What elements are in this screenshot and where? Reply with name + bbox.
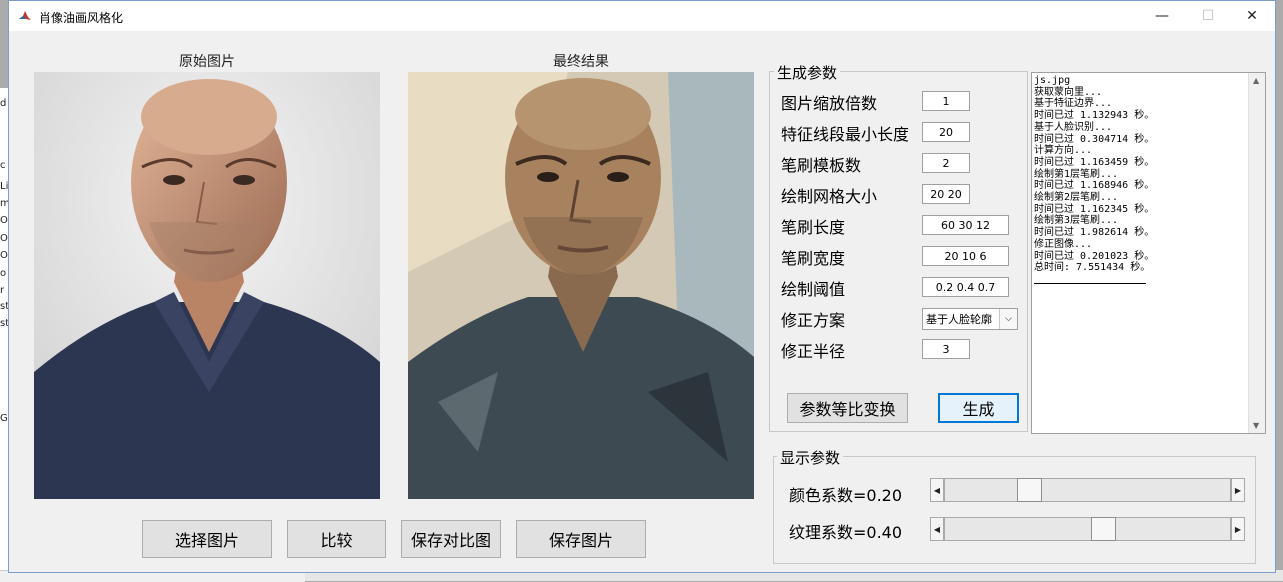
param-label: 笔刷宽度 [781, 249, 846, 268]
compare-button[interactable]: 比较 [287, 520, 386, 558]
log-line: 绘制第3层笔刷... [1034, 215, 1119, 227]
original-portrait-picture [34, 72, 380, 499]
log-line: 时间已过 1.162345 秒。 [1034, 203, 1155, 215]
param-input[interactable]: 2 [922, 153, 970, 173]
log-line: 时间已过 1.163459 秒。 [1034, 156, 1155, 168]
chevron-down-icon[interactable]: ⌵ [999, 309, 1017, 329]
slider-track[interactable] [944, 478, 1231, 502]
close-button[interactable]: ✕ [1229, 1, 1275, 31]
log-output[interactable]: js.jpg 获取蒙向里... 基于特征边界... 时间已过 1.132943 秒。基… [1031, 72, 1266, 434]
log-line: 基于人脸识别... [1034, 121, 1113, 133]
title-bar: 肖像油画风格化 — ☐ ✕ [9, 1, 1275, 31]
texture-coefficient-label: 纹理系数=0.40 [789, 523, 903, 542]
display-params-panel [773, 456, 1256, 564]
result-image-label: 最终结果 [553, 54, 609, 70]
background-row: o [0, 268, 7, 279]
slider-right-arrow-icon[interactable]: ▶ [1231, 478, 1245, 502]
background-row: O [0, 233, 8, 244]
background-row: c [0, 160, 6, 171]
param-input[interactable]: 20 20 [922, 184, 970, 204]
log-line: 基于特征边界... [1034, 98, 1113, 110]
log-scrollbar[interactable]: ▲ ▼ [1248, 73, 1265, 433]
background-row: O [0, 215, 8, 226]
param-input[interactable]: 20 10 6 [922, 246, 1009, 266]
slider-thumb[interactable] [1017, 478, 1043, 502]
log-line: 绘制第2层笔刷... [1034, 192, 1119, 204]
save-image-button[interactable]: 保存图片 [516, 520, 646, 558]
background-row: O [0, 250, 8, 261]
log-line: 时间已过 1.982614 秒。 [1034, 227, 1155, 239]
minimize-button[interactable]: — [1139, 1, 1185, 31]
slider-left-arrow-icon[interactable]: ◀ [930, 517, 944, 541]
param-label: 笔刷长度 [781, 218, 846, 237]
log-line: 计算方向... [1034, 145, 1093, 157]
generation-params-title: 生成参数 [774, 62, 841, 83]
slider-right-arrow-icon[interactable]: ▶ [1231, 517, 1245, 541]
maximize-button[interactable]: ☐ [1185, 1, 1231, 31]
log-line: 时间已过 1.132943 秒。 [1034, 110, 1155, 122]
log-line: 总时间: 7.551434 秒。 [1034, 262, 1151, 274]
background-row: r [0, 285, 5, 296]
correction-scheme-select[interactable]: 基于人脸轮廓 ⌵ [922, 308, 1018, 330]
log-lines: js.jpg 获取蒙向里... 基于特征边界... 时间已过 1.132943 秒。基… [1034, 75, 1154, 274]
color-coefficient-slider[interactable]: ◀ ▶ [930, 478, 1245, 502]
log-underline [1034, 283, 1146, 284]
param-input[interactable]: 3 [922, 339, 970, 359]
background-row: G [0, 413, 8, 424]
slider-track[interactable] [944, 517, 1231, 541]
select-image-button[interactable]: 选择图片 [142, 520, 272, 558]
generate-button[interactable]: 生成 [938, 393, 1019, 423]
scale-params-button[interactable]: 参数等比变换 [787, 393, 908, 423]
param-input[interactable]: 60 30 12 [922, 215, 1009, 235]
window-title: 肖像油画风格化 [39, 11, 124, 25]
param-label: 图片缩放倍数 [781, 94, 878, 113]
param-input[interactable]: 0.2 0.4 0.7 [922, 277, 1009, 297]
log-line: 时间已过 1.168946 秒。 [1034, 180, 1155, 192]
param-label: 修正半径 [781, 342, 846, 361]
param-label: 修正方案 [781, 311, 846, 330]
original-image-label: 原始图片 [179, 54, 235, 70]
log-line: 时间已过 0.201023 秒。 [1034, 250, 1155, 262]
param-label: 笔刷模板数 [781, 156, 862, 175]
slider-thumb[interactable] [1090, 517, 1116, 541]
save-compare-button[interactable]: 保存对比图 [401, 520, 501, 558]
log-line: 修正图像... [1034, 238, 1093, 250]
log-line: 获取蒙向里... [1034, 86, 1103, 98]
log-line: 绘制第1层笔刷... [1034, 168, 1119, 180]
result-image [408, 72, 754, 499]
original-image [34, 72, 380, 499]
slider-left-arrow-icon[interactable]: ◀ [930, 478, 944, 502]
display-params-title: 显示参数 [777, 447, 844, 468]
select-value: 基于人脸轮廓 [926, 313, 992, 326]
param-label: 绘制网格大小 [781, 187, 878, 206]
oil-painting-picture [408, 72, 754, 499]
param-label: 特征线段最小长度 [781, 125, 910, 144]
log-line: js.jpg [1034, 75, 1071, 86]
background-row: d [0, 98, 7, 109]
scroll-up-icon[interactable]: ▲ [1253, 76, 1259, 85]
matlab-icon [18, 9, 32, 23]
scroll-down-icon[interactable]: ▼ [1253, 421, 1259, 430]
log-line: 时间已过 0.304714 秒。 [1034, 133, 1155, 145]
main-window: 肖像油画风格化 — ☐ ✕ 原始图片 最终结果 选择图片 比较 保存对比图 保存… [8, 0, 1276, 573]
param-input[interactable]: 20 [922, 122, 970, 142]
texture-coefficient-slider[interactable]: ◀ ▶ [930, 517, 1245, 541]
color-coefficient-label: 颜色系数=0.20 [789, 486, 903, 505]
param-input[interactable]: 1 [922, 91, 970, 111]
param-label: 绘制阈值 [781, 280, 846, 299]
